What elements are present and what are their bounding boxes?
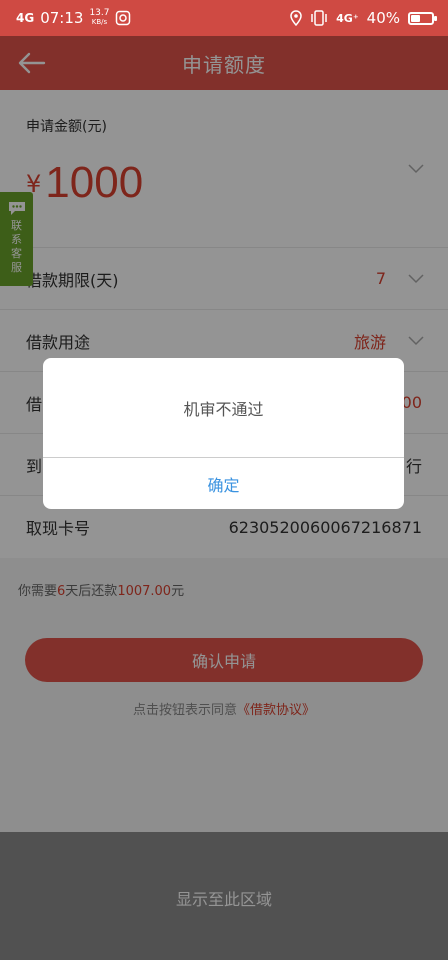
battery-percent: 40%: [366, 9, 400, 27]
status-bar: 4G 07:13 13.7 KB/s 4G⁺ 40%: [0, 0, 448, 36]
dialog-message: 机审不通过: [43, 358, 404, 458]
signal-indicator: 4G: [16, 11, 35, 25]
battery-icon: [408, 11, 437, 25]
app-notification-icon: [116, 10, 131, 26]
network-type: 4G⁺: [336, 11, 359, 25]
vibrate-icon: [311, 10, 327, 26]
location-icon: [290, 10, 302, 26]
dialog-ok-button[interactable]: 确定: [43, 458, 404, 509]
alert-dialog: 机审不通过 确定: [43, 358, 404, 509]
status-time: 07:13: [40, 9, 84, 27]
network-speed: 13.7 KB/s: [89, 8, 110, 27]
